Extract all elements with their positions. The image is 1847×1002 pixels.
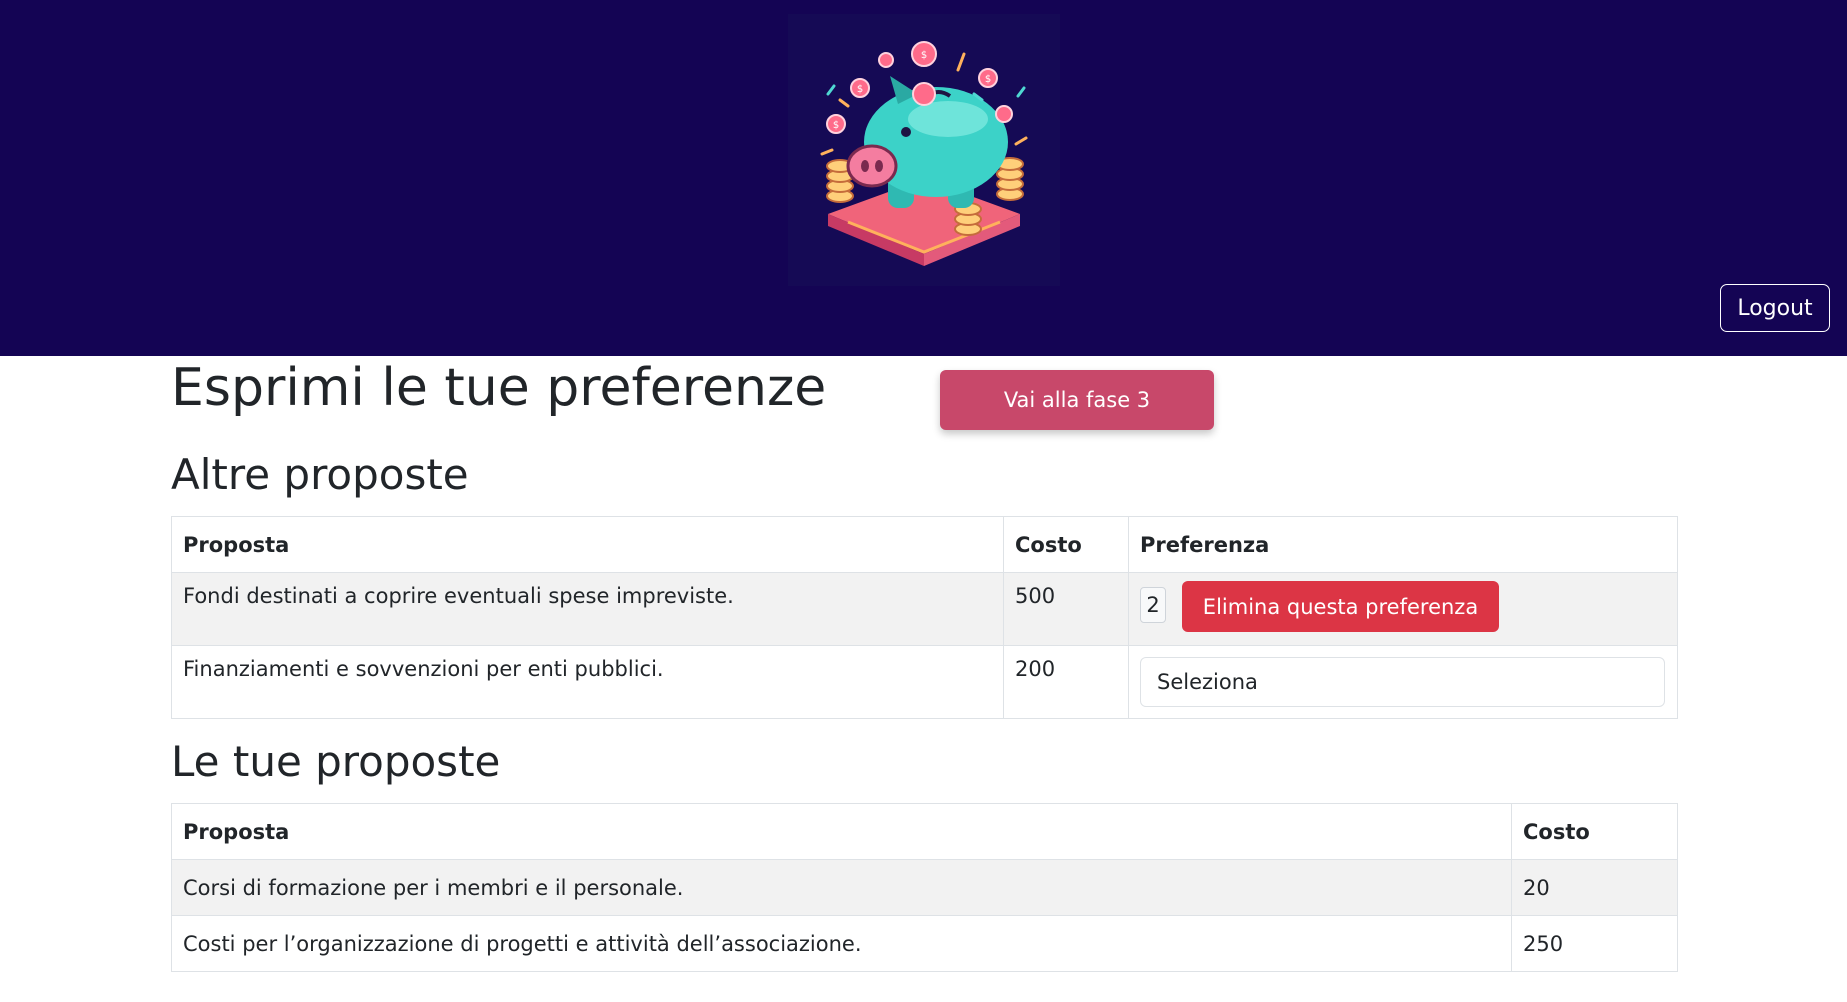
preference-cell: Seleziona (1128, 645, 1678, 719)
next-phase-button[interactable]: Vai alla fase 3 (940, 370, 1214, 430)
my-proposals-table: Proposta Costo Corsi di formazione per i… (171, 803, 1678, 972)
proposal-text: Finanziamenti e sovvenzioni per enti pub… (171, 645, 1004, 719)
column-header-costo: Costo (1003, 516, 1129, 573)
column-header-preferenza: Preferenza (1128, 516, 1678, 573)
preference-rank: 2 (1140, 587, 1166, 623)
proposal-cost: 250 (1511, 915, 1678, 972)
column-header-costo: Costo (1511, 803, 1678, 860)
table-row: Corsi di formazione per i membri e il pe… (171, 859, 1678, 916)
other-proposals-title: Altre proposte (171, 450, 469, 499)
column-header-proposta: Proposta (171, 516, 1004, 573)
svg-text:$: $ (921, 50, 927, 61)
delete-preference-button[interactable]: Elimina questa preferenza (1182, 581, 1499, 632)
piggy-bank-icon: $ $ $ $ (820, 41, 1028, 266)
svg-text:$: $ (833, 120, 839, 131)
proposal-text: Fondi destinati a coprire eventuali spes… (171, 572, 1004, 646)
svg-text:$: $ (985, 74, 991, 85)
table-row: Fondi destinati a coprire eventuali spes… (171, 572, 1678, 646)
logout-button[interactable]: Logout (1720, 284, 1830, 332)
column-header-proposta: Proposta (171, 803, 1512, 860)
page-title: Esprimi le tue preferenze (171, 358, 827, 418)
table-header-row: Proposta Costo Preferenza (171, 516, 1678, 573)
preference-select[interactable]: Seleziona (1140, 657, 1665, 707)
table-row: Costi per l’organizzazione di progetti e… (171, 915, 1678, 972)
svg-text:$: $ (857, 84, 863, 95)
my-proposals-title: Le tue proposte (171, 737, 501, 786)
table-header-row: Proposta Costo (171, 803, 1678, 860)
piggy-bank-logo: $ $ $ $ (788, 14, 1060, 286)
proposal-cost: 500 (1003, 572, 1129, 646)
preference-cell: 2 Elimina questa preferenza (1128, 572, 1678, 646)
header-bar: $ $ $ $ Logout (0, 0, 1847, 356)
proposal-text: Corsi di formazione per i membri e il pe… (171, 859, 1512, 916)
proposal-text: Costi per l’organizzazione di progetti e… (171, 915, 1512, 972)
table-row: Finanziamenti e sovvenzioni per enti pub… (171, 645, 1678, 719)
proposal-cost: 20 (1511, 859, 1678, 916)
other-proposals-table: Proposta Costo Preferenza Fondi destinat… (171, 516, 1678, 719)
proposal-cost: 200 (1003, 645, 1129, 719)
